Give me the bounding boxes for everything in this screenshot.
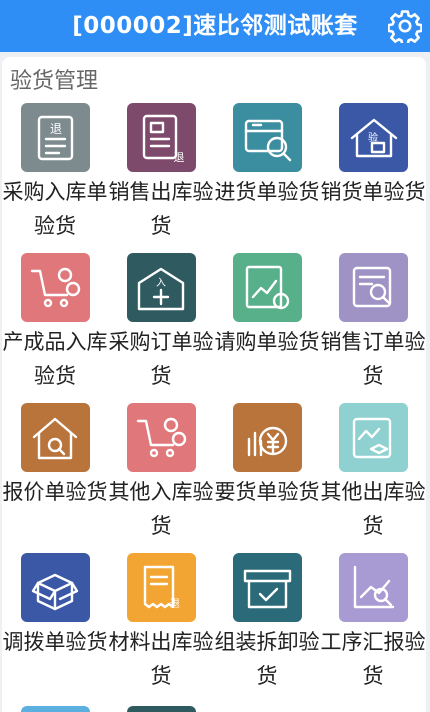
inspection-panel: 验货管理 退采购入库单验货退销售出库验货 进货单验货验销货单验货 产成品入库验货入采… <box>2 57 426 712</box>
chart-search-icon[interactable] <box>339 553 408 622</box>
open-box-icon[interactable] <box>21 553 90 622</box>
svg-text:退: 退 <box>50 122 62 136</box>
warehouse-in-icon[interactable]: 入 <box>127 253 196 322</box>
function-tile[interactable]: 退材料出库验货 <box>108 553 214 703</box>
svg-text:入: 入 <box>156 278 166 289</box>
tile-label[interactable]: 产成品入库验货 <box>2 325 108 393</box>
function-tile[interactable]: 产成品入库验货 <box>2 253 108 403</box>
box-check-icon[interactable] <box>233 553 302 622</box>
truck-home-icon[interactable]: 验 <box>339 103 408 172</box>
function-tile[interactable]: 调拨单验货 <box>2 553 108 703</box>
partial-tile-icon[interactable] <box>21 706 90 712</box>
home-search-icon[interactable] <box>21 403 90 472</box>
function-tile[interactable]: 入采购订单验货 <box>108 253 214 403</box>
account-title: [000002]速比邻测试账套 <box>72 13 358 39</box>
function-tile[interactable]: 组装拆卸验货 <box>214 553 320 703</box>
function-tile[interactable]: 工序汇报验货 <box>320 553 426 703</box>
tile-label[interactable]: 销货单验货 <box>320 175 426 209</box>
tile-label[interactable]: 其他出库验货 <box>320 475 426 543</box>
tile-label[interactable]: 采购订单验货 <box>108 325 214 393</box>
app-header: [000002]速比邻测试账套 <box>0 0 430 52</box>
chart-gear-icon[interactable] <box>233 253 302 322</box>
clipboard-box-icon[interactable] <box>339 403 408 472</box>
gear-icon[interactable] <box>387 9 423 46</box>
tile-label[interactable]: 进货单验货 <box>214 175 320 209</box>
tile-label[interactable]: 其他入库验货 <box>108 475 214 543</box>
receipt-icon[interactable]: 退 <box>127 553 196 622</box>
function-tile[interactable]: 销售订单验货 <box>320 253 426 403</box>
tile-label[interactable]: 组装拆卸验货 <box>214 625 320 693</box>
inspect-box-icon[interactable] <box>233 103 302 172</box>
function-tile[interactable]: 报价单验货 <box>2 403 108 553</box>
function-tile[interactable]: 其他出库验货 <box>320 403 426 553</box>
return-doc-icon[interactable]: 退 <box>21 103 90 172</box>
tile-label[interactable]: 要货单验货 <box>214 475 320 509</box>
function-tile[interactable]: 请购单验货 <box>214 253 320 403</box>
cart-gear-icon[interactable] <box>127 403 196 472</box>
tile-label[interactable]: 工序汇报验货 <box>320 625 426 693</box>
function-tile[interactable]: 退采购入库单验货 <box>2 103 108 253</box>
tile-label[interactable]: 请购单验货 <box>214 325 320 359</box>
svg-text:退: 退 <box>174 151 185 164</box>
function-tile[interactable]: 退销售出库验货 <box>108 103 214 253</box>
yen-growth-icon[interactable] <box>233 403 302 472</box>
partial-tile-icon[interactable] <box>127 706 196 712</box>
svg-text:验: 验 <box>368 131 378 144</box>
sales-return-icon[interactable]: 退 <box>127 103 196 172</box>
tile-label[interactable]: 销售出库验货 <box>108 175 214 243</box>
tile-label[interactable]: 调拨单验货 <box>2 625 108 659</box>
function-tile[interactable]: 要货单验货 <box>214 403 320 553</box>
svg-text:退: 退 <box>170 598 180 610</box>
tile-label[interactable]: 报价单验货 <box>2 475 108 509</box>
tile-label[interactable]: 材料出库验货 <box>108 625 214 693</box>
cart-gear-icon[interactable] <box>21 253 90 322</box>
function-tile[interactable]: 验销货单验货 <box>320 103 426 253</box>
function-tile[interactable]: 其他入库验货 <box>108 403 214 553</box>
tile-label[interactable]: 销售订单验货 <box>320 325 426 393</box>
function-tile[interactable]: 进货单验货 <box>214 103 320 253</box>
search-doc-icon[interactable] <box>339 253 408 322</box>
tile-label[interactable]: 采购入库单验货 <box>2 175 108 243</box>
section-title: 验货管理 <box>10 69 99 94</box>
